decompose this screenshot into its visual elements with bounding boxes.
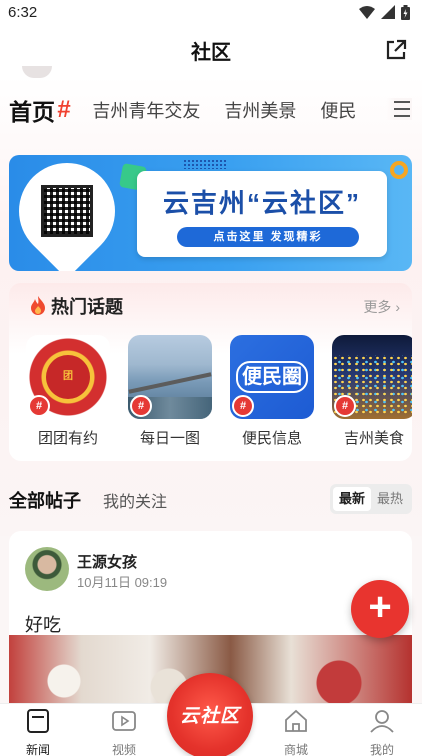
banner-cta-button[interactable]: 点击这里 发现精彩: [177, 227, 359, 247]
hot-topics-header: 热门话题: [29, 293, 123, 319]
hot-topics-title: 热门话题: [51, 297, 123, 317]
flame-icon: [31, 296, 45, 315]
nav-video[interactable]: 视频: [94, 708, 154, 756]
topic-label: 便民信息: [241, 430, 302, 447]
more-link[interactable]: 更多 ›: [363, 297, 400, 317]
page-title: 社区: [191, 41, 231, 64]
hash-badge-icon: #: [28, 395, 50, 417]
app-bar: 社区: [0, 24, 422, 76]
nav-news-label: 新闻: [25, 743, 50, 756]
topic-thumbnail: #: [128, 335, 212, 419]
topic-thumbnail: #: [332, 335, 412, 419]
thumb-text: 便民圈: [236, 361, 308, 393]
banner-headline: 云吉州“云社区”: [162, 188, 361, 218]
tab-scenery[interactable]: 吉州美景: [224, 97, 296, 123]
profile-icon: [370, 710, 394, 733]
nav-news[interactable]: 新闻: [8, 708, 68, 756]
nav-profile-label: 我的: [369, 743, 394, 756]
topic-label: 每日一图: [139, 430, 200, 447]
hash-icon: #: [57, 96, 71, 123]
wifi-icon: [359, 5, 375, 19]
channel-tabs: 首页 # 吉州青年交友 吉州美景 便民: [0, 88, 422, 132]
topic-label: 吉州美食: [343, 430, 404, 447]
video-icon: [112, 711, 136, 731]
post-content: 好吃: [25, 615, 61, 635]
menu-icon[interactable]: [386, 98, 412, 120]
sort-latest[interactable]: 最新: [333, 487, 371, 511]
nav-shop[interactable]: 商城: [266, 708, 326, 756]
nav-profile[interactable]: 我的: [352, 708, 412, 756]
topic-item[interactable]: # 吉州美食: [332, 335, 412, 448]
tab-convenience[interactable]: 便民: [320, 97, 356, 123]
status-time: 6:32: [8, 3, 38, 21]
hash-badge-icon: #: [130, 395, 152, 417]
topic-item[interactable]: # 每日一图: [128, 335, 212, 448]
status-bar: 6:32: [0, 0, 422, 24]
post-author[interactable]: 王源女孩: [77, 551, 137, 572]
sort-toggle: 最新 最热: [330, 484, 412, 514]
nav-video-label: 视频: [111, 743, 136, 756]
tab-home-label: 首页: [9, 99, 55, 125]
sort-hot[interactable]: 最热: [371, 487, 409, 511]
nav-shop-label: 商城: [283, 743, 308, 756]
promo-banner[interactable]: 云吉州“云社区” 点击这里 发现精彩: [9, 155, 412, 271]
share-icon[interactable]: [384, 38, 408, 62]
topic-thumbnail: 便民圈 #: [230, 335, 314, 419]
emblem-icon: 团: [46, 355, 90, 399]
banner-card: 云吉州“云社区” 点击这里 发现精彩: [137, 171, 387, 257]
signal-icon: [381, 5, 395, 19]
decoration: [390, 161, 408, 179]
topic-label: 团团有约: [37, 430, 98, 447]
avatar[interactable]: [25, 547, 69, 591]
hash-badge-icon: #: [232, 395, 254, 417]
qr-code-icon: [41, 185, 93, 237]
posts-header: 全部帖子 我的关注 最新 最热: [9, 484, 412, 516]
bridge-shape: [128, 372, 212, 394]
add-post-button[interactable]: +: [351, 580, 409, 638]
tab-following[interactable]: 我的关注: [103, 488, 167, 512]
battery-icon: [401, 4, 410, 20]
topic-item[interactable]: 便民圈 # 便民信息: [230, 335, 314, 448]
shop-icon: [285, 709, 307, 732]
topic-thumbnail: 团 #: [26, 335, 110, 419]
tab-youth-dating[interactable]: 吉州青年交友: [92, 97, 200, 123]
hot-topics-card: 热门话题 更多 › 团 # 团团有约 # 每日一图 便民圈 # 便民信息 # 吉…: [9, 283, 412, 461]
post-time: 10月11日 09:19: [77, 575, 168, 590]
hash-badge-icon: #: [334, 395, 356, 417]
topic-item[interactable]: 团 # 团团有约: [26, 335, 110, 448]
status-icons: [359, 4, 410, 20]
nav-community-button[interactable]: 云社区: [167, 673, 253, 756]
tab-home[interactable]: 首页 #: [9, 93, 70, 127]
tab-all-posts[interactable]: 全部帖子: [9, 487, 81, 513]
news-icon: [27, 709, 49, 733]
decoration: [183, 159, 227, 169]
